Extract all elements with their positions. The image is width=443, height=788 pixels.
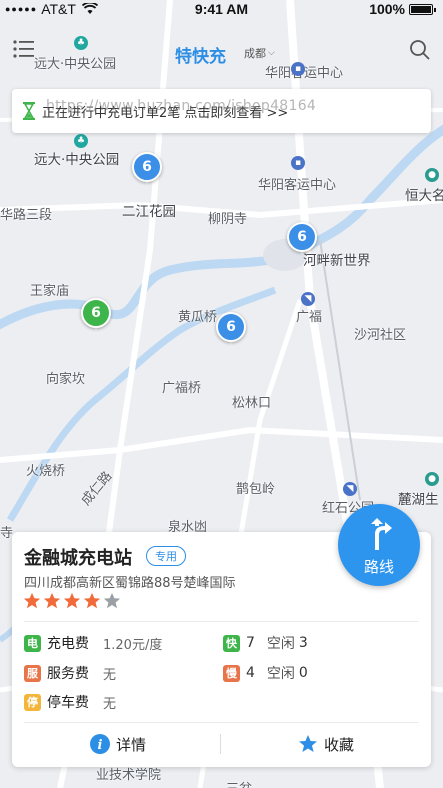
menu-icon[interactable]: [12, 38, 36, 60]
divider: [24, 722, 419, 723]
slow-count: 4: [246, 665, 255, 681]
map-label: 黄瓜桥: [178, 310, 218, 325]
map-label: 华路三段: [0, 208, 53, 223]
fee-value: 无: [103, 696, 117, 712]
charging-fee-row: 电 充电费 1.20元/度: [24, 633, 162, 653]
map-label: 恒大名: [405, 188, 443, 204]
map-label: 广福: [296, 310, 323, 325]
charging-station-pin[interactable]: 6: [216, 312, 246, 348]
poi-icon: ●: [425, 168, 439, 182]
map-label: 广福桥: [162, 381, 202, 396]
parking-fee-row: 停 停车费 无: [24, 692, 116, 712]
poi-icon: ●: [425, 472, 439, 486]
pin-count: 6: [81, 298, 111, 328]
fee-value: 1.20元/度: [103, 637, 163, 653]
map-label: 向家坎: [46, 372, 86, 387]
idle-label: 空闲: [266, 636, 295, 652]
fee-label: 充电费: [47, 636, 89, 652]
station-name: 金融城充电站: [24, 548, 132, 569]
divider: [24, 621, 419, 622]
favorite-button[interactable]: 收藏: [298, 730, 354, 758]
favorite-label: 收藏: [324, 735, 355, 754]
star-filled-icon: [43, 592, 61, 609]
map-label: 三盆: [226, 778, 252, 788]
star-rating: [23, 592, 123, 610]
idle-label: 空闲: [266, 666, 295, 682]
status-bar: ●●●●● AT&T 9:41 AM 100%: [0, 0, 443, 20]
city-selector[interactable]: 成都 ⌵: [244, 45, 275, 61]
map-label: 鹊包岭: [236, 482, 276, 497]
chevron-down-icon: ⌵: [268, 48, 275, 58]
navigation-poi-icon: ◥: [301, 292, 315, 306]
navigation-poi-icon: ◥: [343, 482, 357, 496]
pin-count: 6: [216, 312, 246, 342]
route-button[interactable]: 路线: [338, 504, 420, 586]
charging-badge: 电: [24, 634, 41, 652]
fast-badge: 快: [223, 634, 240, 652]
charging-station-pin[interactable]: 6: [132, 152, 162, 188]
fee-label: 停车费: [47, 695, 89, 711]
city-name: 成都: [244, 47, 266, 60]
fee-value: 无: [103, 667, 117, 683]
fast-count: 7: [246, 635, 255, 651]
service-badge: 服: [24, 664, 41, 682]
fast-charger-row: 快 7 空闲 3: [223, 633, 308, 653]
map-label: 麓湖生: [398, 492, 439, 508]
info-icon: i: [90, 734, 110, 754]
svg-text:i: i: [98, 738, 103, 753]
service-fee-row: 服 服务费 无: [24, 663, 116, 683]
search-icon[interactable]: [408, 38, 432, 62]
fee-label: 服务费: [47, 666, 89, 682]
star-filled-icon: [23, 592, 41, 609]
divider: [220, 734, 221, 754]
directions-icon: [371, 518, 392, 550]
slow-badge: 慢: [223, 664, 240, 682]
fast-idle-count: 3: [298, 635, 308, 651]
star-filled-icon: [63, 592, 81, 609]
battery-icon: [409, 3, 436, 15]
hourglass-icon: [23, 102, 35, 120]
map-label: 王家庙: [30, 284, 70, 299]
parking-badge: 停: [24, 693, 41, 711]
battery-percent: 100%: [369, 1, 405, 17]
star-empty-icon: [103, 592, 121, 609]
station-address: 四川成都高新区蜀锦路88号楚峰国际: [24, 576, 236, 591]
bus-station-icon: ▪: [291, 156, 305, 170]
slow-charger-row: 慢 4 空闲 0: [223, 663, 308, 683]
details-button[interactable]: i 详情: [90, 730, 146, 758]
map-label: 沙河社区: [354, 328, 407, 343]
watermark: https://www.huzhan.com/ishop48164: [46, 98, 317, 114]
map-label: 柳阴寺: [208, 212, 248, 227]
details-label: 详情: [116, 735, 147, 754]
star-filled-icon: [83, 592, 101, 609]
slow-idle-count: 0: [298, 665, 308, 681]
charging-station-pin[interactable]: 6: [81, 298, 111, 334]
map-label: 松林口: [232, 396, 272, 411]
map-label: 远大·中央公园: [34, 152, 120, 168]
park-poi-icon: ♣: [74, 134, 88, 148]
pin-count: 6: [287, 222, 317, 252]
pin-count: 6: [132, 152, 162, 182]
map-label: 二江花园: [122, 204, 176, 220]
app-title: 特快充: [175, 47, 226, 67]
star-icon: [299, 735, 317, 752]
charging-station-pin[interactable]: 6: [287, 222, 317, 258]
map-label: 火烧桥: [26, 464, 66, 479]
private-tag: 专用: [146, 546, 186, 566]
header: 特快充 成都 ⌵: [0, 28, 443, 78]
route-label: 路线: [363, 558, 394, 576]
map-label: 华阳客运中心: [258, 178, 337, 193]
